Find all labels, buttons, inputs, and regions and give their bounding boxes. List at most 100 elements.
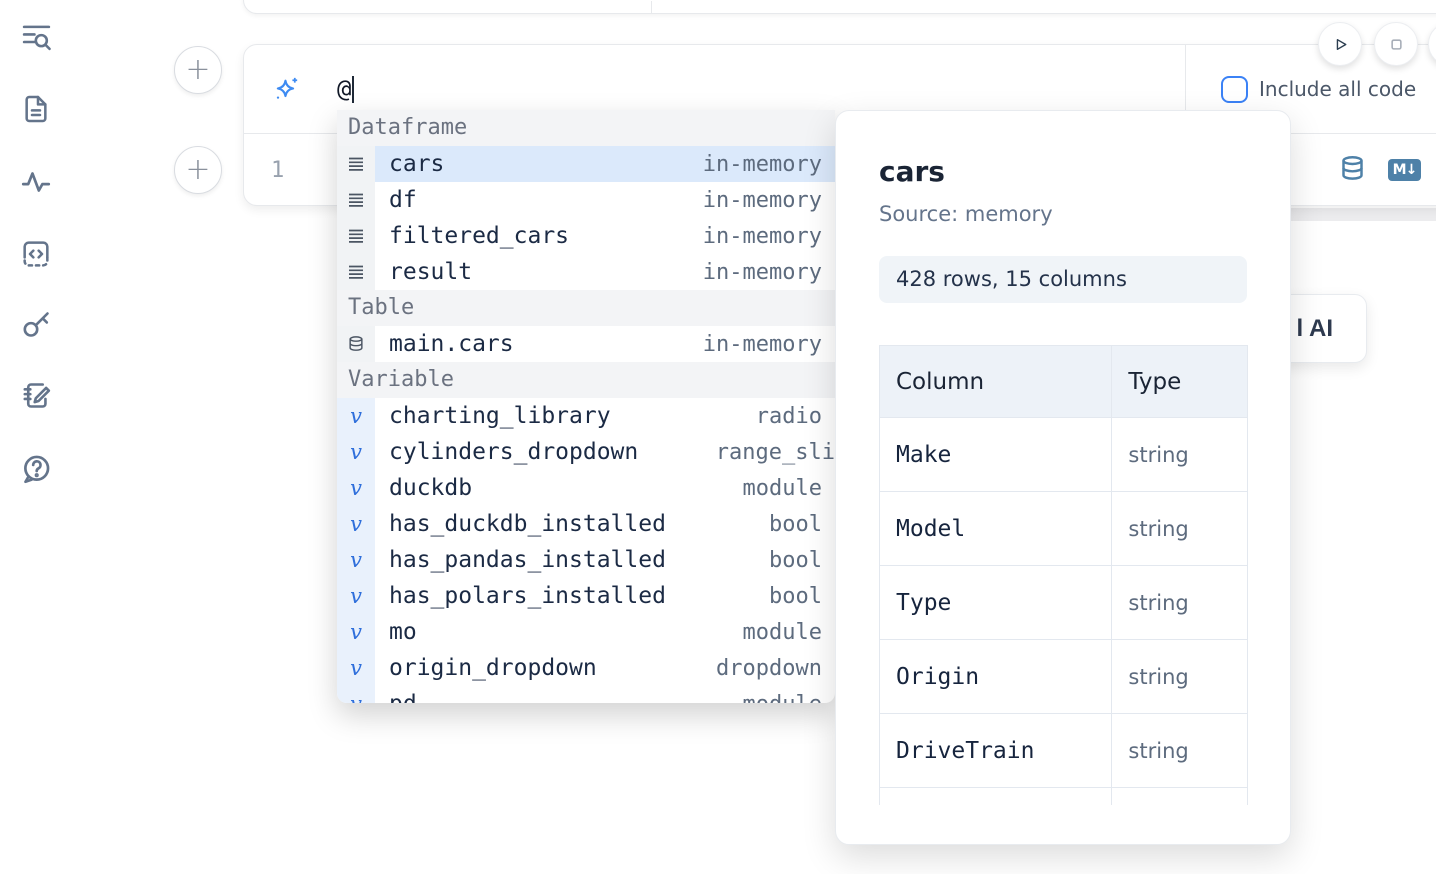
- dataframe-icon: [337, 254, 375, 290]
- item-name: has_pandas_installed: [389, 547, 666, 573]
- item-name: result: [389, 259, 472, 285]
- autocomplete-item-origin_dropdown[interactable]: vorigin_dropdowndropdown: [337, 650, 835, 686]
- text-caret: [352, 76, 354, 103]
- autocomplete-item-cars[interactable]: carsin-memory: [337, 146, 835, 182]
- schema-row: Modelstring: [880, 492, 1248, 566]
- help-circle-icon: [19, 452, 53, 489]
- variable-icon: v: [337, 686, 375, 703]
- autocomplete-item-filtered_cars[interactable]: filtered_carsin-memory: [337, 218, 835, 254]
- autocomplete-item-pd[interactable]: v pd module: [337, 686, 835, 703]
- markdown-icon: M↓: [1388, 159, 1421, 181]
- cell-toolbar: M↓: [1339, 155, 1421, 185]
- sidebar-list-search-button[interactable]: [14, 16, 58, 60]
- item-type: dropdown: [716, 656, 822, 681]
- item-type: bool: [769, 512, 822, 537]
- column-name-cell: DriveTrain: [880, 714, 1112, 788]
- autocomplete-item-content: mo module: [375, 614, 835, 650]
- column-name-cell: Origin: [880, 640, 1112, 714]
- column-name-cell: Type: [880, 566, 1112, 640]
- autocomplete-item-cylinders_dropdown[interactable]: vcylinders_dropdownrange_sli: [337, 434, 835, 470]
- autocomplete-section-dataframe: Dataframe: [337, 110, 835, 146]
- table-header-row: Column Type: [880, 346, 1248, 418]
- dataframe-icon: [337, 182, 375, 218]
- sidebar-help-circle-button[interactable]: [14, 448, 58, 492]
- preview-shape-badge: 428 rows, 15 columns: [879, 256, 1247, 303]
- autocomplete-item-charting_library[interactable]: v charting_library radio: [337, 398, 835, 434]
- file-text-icon: [20, 93, 52, 128]
- include-all-code-checkbox[interactable]: [1221, 76, 1248, 103]
- column-type-cell: string: [1112, 418, 1248, 492]
- autocomplete-dropdown: Dataframecarsin-memorydfin-memoryfiltere…: [337, 110, 835, 703]
- item-type: radio: [756, 404, 822, 429]
- item-type: module: [743, 692, 822, 704]
- item-name: filtered_cars: [389, 223, 569, 249]
- database-button[interactable]: [1339, 155, 1366, 185]
- autocomplete-item-content: has_polars_installedbool: [375, 578, 835, 614]
- autocomplete-item-content: origin_dropdowndropdown: [375, 650, 835, 686]
- item-name: mo: [389, 619, 417, 645]
- preview-schema-table: Column Type MakestringModelstringTypestr…: [879, 345, 1248, 805]
- run-cell-button[interactable]: [1318, 22, 1362, 66]
- autocomplete-item-has_polars_installed[interactable]: vhas_polars_installedbool: [337, 578, 835, 614]
- autocomplete-item-content: filtered_carsin-memory: [375, 218, 835, 254]
- autocomplete-item-has_pandas_installed[interactable]: vhas_pandas_installedbool: [337, 542, 835, 578]
- item-type: bool: [769, 548, 822, 573]
- previous-cell-divider: [651, 1, 652, 13]
- autocomplete-item-df[interactable]: dfin-memory: [337, 182, 835, 218]
- stop-icon: [1387, 35, 1406, 54]
- variable-icon: v: [337, 650, 375, 686]
- sidebar-notebook-edit-button[interactable]: [14, 375, 58, 419]
- autocomplete-item-main.cars[interactable]: main.carsin-memory: [337, 326, 835, 362]
- item-name: pd: [389, 691, 417, 703]
- column-name-cell: Model: [880, 492, 1112, 566]
- autocomplete-item-content: duckdbmodule: [375, 470, 835, 506]
- sidebar-code-block-button[interactable]: [14, 233, 58, 277]
- cell-console-strip: [1278, 208, 1436, 221]
- prompt-value: @: [337, 75, 351, 103]
- variable-icon: v: [337, 398, 375, 434]
- schema-row: Typestring: [880, 566, 1248, 640]
- variable-icon: v: [337, 614, 375, 650]
- autocomplete-section-table: Table: [337, 290, 835, 326]
- dataframe-preview-panel: cars Source: memory 428 rows, 15 columns…: [835, 110, 1291, 845]
- sidebar-file-text-button[interactable]: [14, 88, 58, 132]
- add-cell-below-button[interactable]: +: [174, 146, 222, 194]
- item-name: charting_library: [389, 403, 611, 429]
- autocomplete-item-content: dfin-memory: [375, 182, 835, 218]
- dataframe-icon: [337, 146, 375, 182]
- variable-icon: v: [337, 434, 375, 470]
- list-search-icon: [20, 20, 53, 56]
- column-type-cell: [1112, 788, 1248, 806]
- autocomplete-item-content: main.carsin-memory: [375, 326, 835, 362]
- item-type: bool: [769, 584, 822, 609]
- previous-cell: [243, 0, 1436, 14]
- database-icon: [1339, 155, 1366, 185]
- item-type: in-memory: [703, 188, 822, 213]
- sparkles-icon: [272, 75, 301, 104]
- add-cell-above-button[interactable]: +: [174, 46, 222, 94]
- markdown-button[interactable]: M↓: [1388, 159, 1421, 181]
- item-name: cars: [389, 151, 444, 177]
- autocomplete-item-mo[interactable]: vmo module: [337, 614, 835, 650]
- autocomplete-item-has_duckdb_installed[interactable]: vhas_duckdb_installedbool: [337, 506, 835, 542]
- preview-source: Source: memory: [879, 202, 1290, 226]
- autocomplete-item-duckdb[interactable]: vduckdbmodule: [337, 470, 835, 506]
- dataframe-icon: [337, 218, 375, 254]
- sidebar-key-button[interactable]: [14, 304, 58, 348]
- autocomplete-item-content: has_pandas_installed bool: [375, 542, 835, 578]
- variable-icon: v: [337, 506, 375, 542]
- item-type: module: [743, 620, 822, 645]
- autocomplete-item-result[interactable]: resultin-memory: [337, 254, 835, 290]
- column-name-cell: Make: [880, 418, 1112, 492]
- stop-cell-button[interactable]: [1374, 22, 1418, 66]
- column-name-cell: [880, 788, 1112, 806]
- key-icon: [20, 308, 53, 344]
- left-sidebar: [0, 0, 68, 874]
- autocomplete-item-content: resultin-memory: [375, 254, 835, 290]
- schema-row: DriveTrainstring: [880, 714, 1248, 788]
- activity-icon: [19, 165, 53, 202]
- schema-row: [880, 788, 1248, 806]
- schema-row: Makestring: [880, 418, 1248, 492]
- sidebar-activity-button[interactable]: [14, 161, 58, 205]
- schema-row: Originstring: [880, 640, 1248, 714]
